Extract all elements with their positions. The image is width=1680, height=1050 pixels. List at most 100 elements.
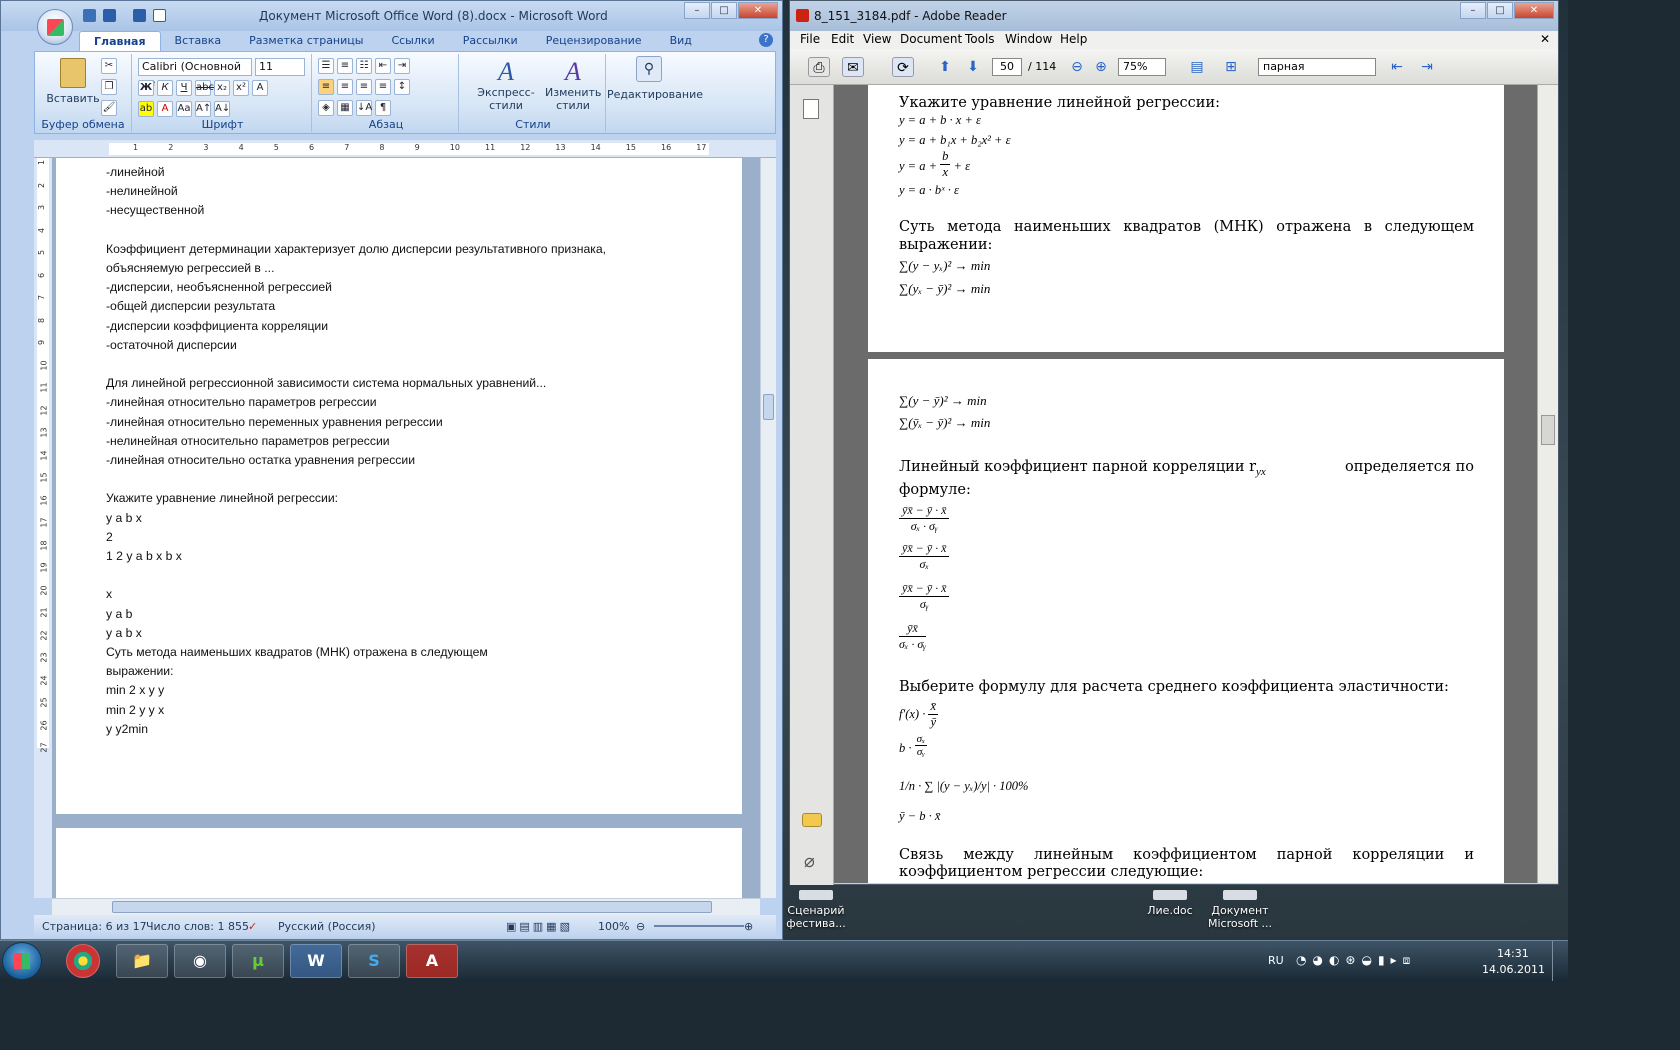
close-button[interactable]: ✕ bbox=[1514, 2, 1554, 19]
document-area[interactable]: -линейной -нелинейной -несущественной Коэфф… bbox=[52, 158, 760, 898]
cut-icon[interactable]: ✂ bbox=[101, 58, 117, 74]
horizontal-scrollbar[interactable] bbox=[52, 898, 760, 915]
clock-date[interactable]: 14.06.2011 bbox=[1482, 963, 1545, 976]
clock-time[interactable]: 14:31 bbox=[1497, 947, 1529, 960]
decrease-indent-icon[interactable]: ⇤ bbox=[375, 58, 391, 74]
language-indicator[interactable]: RU bbox=[1268, 954, 1284, 967]
collaborate-icon[interactable]: ⟳ bbox=[892, 57, 914, 77]
font-color-icon[interactable]: A bbox=[157, 101, 173, 117]
vertical-scrollbar[interactable] bbox=[760, 158, 776, 898]
numbering-icon[interactable]: ≡ bbox=[337, 58, 353, 74]
pilcrow-icon[interactable]: ¶ bbox=[375, 100, 391, 116]
tab-references[interactable]: Ссылки bbox=[377, 31, 448, 51]
menu-tools[interactable]: Tools bbox=[965, 32, 995, 46]
increase-indent-icon[interactable]: ⇥ bbox=[394, 58, 410, 74]
reader-titlebar[interactable]: 8_151_3184.pdf - Adobe Reader – □ ✕ bbox=[790, 1, 1558, 31]
borders-icon[interactable]: ▦ bbox=[337, 100, 353, 116]
shading-icon[interactable]: ◈ bbox=[318, 100, 334, 116]
change-styles-button[interactable]: A Изменить стили bbox=[545, 58, 601, 113]
zoom-in-icon[interactable]: ⊕ bbox=[1090, 57, 1112, 77]
pages-icon[interactable] bbox=[803, 99, 819, 119]
multilevel-list-icon[interactable]: ☷ bbox=[356, 58, 372, 74]
align-center-icon[interactable]: ≡ bbox=[337, 79, 353, 95]
quick-access-icon[interactable] bbox=[153, 9, 166, 22]
format-painter-icon[interactable]: 🖌 bbox=[101, 100, 117, 116]
zoom-out-icon[interactable]: ⊖ bbox=[1066, 57, 1088, 77]
taskbar-skype-icon[interactable]: S bbox=[348, 944, 400, 978]
zoom-slider[interactable] bbox=[654, 925, 744, 927]
search-previous-icon[interactable]: ⇤ bbox=[1386, 57, 1408, 77]
help-icon[interactable]: ? bbox=[759, 33, 773, 47]
undo-icon[interactable] bbox=[103, 9, 116, 22]
reader-vertical-scrollbar[interactable] bbox=[1537, 85, 1558, 883]
close-button[interactable]: ✕ bbox=[738, 2, 778, 19]
close-doc-icon[interactable]: ✕ bbox=[1540, 32, 1550, 46]
fit-width-icon[interactable]: ⊞ bbox=[1220, 57, 1242, 77]
taskbar-word-icon[interactable]: W bbox=[290, 944, 342, 978]
attachments-icon[interactable]: ⌀ bbox=[804, 851, 815, 872]
document-viewer[interactable]: Укажите уравнение линейной регрессии: y … bbox=[834, 85, 1537, 883]
grow-font-icon[interactable]: A↑ bbox=[195, 101, 211, 117]
subscript-icon[interactable]: x₂ bbox=[214, 80, 230, 96]
tab-mailings[interactable]: Рассылки bbox=[449, 31, 532, 51]
taskbar-acrobat-icon[interactable]: A bbox=[406, 944, 458, 978]
horizontal-ruler[interactable]: 1 2 3 4 5 6 7 8 9 10 11 12 13 14 15 16 17 bbox=[34, 140, 776, 158]
taskbar-chrome-icon[interactable] bbox=[66, 944, 100, 978]
sort-icon[interactable]: ↓A bbox=[356, 100, 372, 116]
menu-help[interactable]: Help bbox=[1060, 32, 1087, 46]
menu-edit[interactable]: Edit bbox=[831, 32, 854, 46]
tab-insert[interactable]: Вставка bbox=[161, 31, 236, 51]
taskbar-explorer-icon[interactable]: 📁 bbox=[116, 944, 168, 978]
search-input[interactable]: парная bbox=[1258, 58, 1376, 76]
font-name-select[interactable]: Calibri (Основной те bbox=[138, 58, 252, 89]
desktop-icon-scenario[interactable]: Сценарий фестива... bbox=[776, 890, 856, 930]
status-words[interactable]: Число слов: 1 855 bbox=[146, 920, 249, 933]
page-number-input[interactable]: 50 bbox=[992, 58, 1022, 76]
menu-document[interactable]: Document bbox=[900, 32, 962, 46]
minimize-button[interactable]: – bbox=[684, 2, 710, 19]
superscript-icon[interactable]: x² bbox=[233, 80, 249, 96]
start-button[interactable] bbox=[2, 942, 42, 980]
document-page[interactable]: -линейной -нелинейной -несущественной Коэфф… bbox=[56, 158, 742, 814]
menu-window[interactable]: Window bbox=[1005, 32, 1052, 46]
italic-icon[interactable]: К bbox=[157, 80, 173, 96]
zoom-in-icon[interactable]: ⊕ bbox=[744, 920, 753, 933]
scroll-thumb[interactable] bbox=[1541, 415, 1555, 445]
print-icon[interactable]: ⎙ bbox=[808, 57, 830, 77]
zoom-level[interactable]: 100% bbox=[598, 920, 629, 933]
underline-icon[interactable]: Ч bbox=[176, 80, 192, 96]
show-desktop-button[interactable] bbox=[1552, 941, 1566, 981]
previous-page-icon[interactable]: ⬆ bbox=[934, 57, 956, 77]
tab-home[interactable]: Главная bbox=[79, 31, 161, 51]
scroll-thumb[interactable] bbox=[112, 901, 712, 913]
pdf-page-50[interactable]: Укажите уравнение линейной регрессии: y … bbox=[868, 85, 1504, 352]
tab-view[interactable]: Вид bbox=[656, 31, 706, 51]
status-language[interactable]: Русский (Россия) bbox=[278, 920, 376, 933]
minimize-button[interactable]: – bbox=[1460, 2, 1486, 19]
font-size-select[interactable]: 11 bbox=[255, 58, 305, 76]
align-right-icon[interactable]: ≡ bbox=[356, 79, 372, 95]
email-icon[interactable]: ✉ bbox=[842, 57, 864, 77]
bold-icon[interactable]: Ж bbox=[138, 80, 154, 96]
express-styles-button[interactable]: A Экспресс-стили bbox=[467, 58, 545, 113]
strikethrough-icon[interactable]: abc bbox=[195, 80, 214, 96]
save-icon[interactable] bbox=[83, 9, 96, 22]
spellcheck-icon[interactable]: ✓ bbox=[248, 920, 257, 933]
desktop-icon-word-doc[interactable]: Документ Microsoft ... bbox=[1200, 890, 1280, 930]
vertical-ruler[interactable]: 1 2 3 4 5 6 7 8 9 10 11 12 13 14 15 16 17 18 19 20 21 22 23 24 2… bbox=[34, 158, 52, 898]
editing-button[interactable]: ⚲ Редактирование bbox=[607, 56, 703, 101]
copy-icon[interactable]: ❐ bbox=[101, 79, 117, 95]
status-page[interactable]: Страница: 6 из 17 bbox=[42, 920, 147, 933]
office-button[interactable] bbox=[37, 9, 73, 45]
zoom-out-icon[interactable]: ⊖ bbox=[636, 920, 645, 933]
view-buttons[interactable]: ▣▤▥▦▧ bbox=[506, 920, 573, 933]
change-case-icon[interactable]: Aa bbox=[176, 101, 192, 117]
taskbar-utorrent-icon[interactable]: µ bbox=[232, 944, 284, 978]
maximize-button[interactable]: □ bbox=[711, 2, 737, 19]
tray-icons[interactable]: ◔◕◐⊛◒▮▸⧈ bbox=[1296, 953, 1416, 968]
comments-icon[interactable] bbox=[802, 813, 822, 827]
menu-file[interactable]: File bbox=[800, 32, 820, 46]
bullets-icon[interactable]: ☰ bbox=[318, 58, 334, 74]
highlight-icon[interactable]: ab bbox=[138, 101, 154, 117]
align-left-icon[interactable]: ≡ bbox=[318, 79, 334, 95]
